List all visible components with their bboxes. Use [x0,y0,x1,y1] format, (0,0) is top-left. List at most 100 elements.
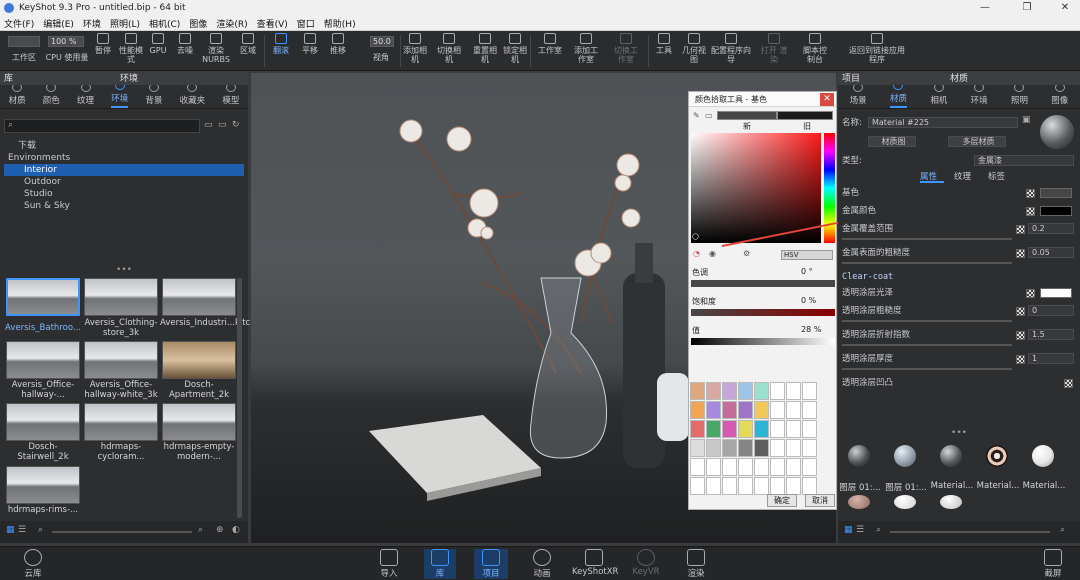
tab-image[interactable]: 图像 [1051,83,1068,108]
material-graph-button[interactable]: 材质图 [868,136,916,147]
splitter-handle[interactable]: ••• [838,429,1080,438]
tab-colors[interactable]: 颜色 [43,83,60,108]
environment-thumbnail[interactable] [162,403,236,441]
tab-models[interactable]: 模型 [222,83,239,108]
folder-icon[interactable]: ▭ [204,120,213,130]
clear-coat-thickness-slider[interactable] [842,368,1012,370]
performance-mode-button[interactable]: 性能模式 [118,33,144,64]
palette-icon[interactable]: ◉ [709,249,716,258]
color-swatch[interactable] [690,439,705,457]
menu-help[interactable]: 帮助(H) [324,17,356,30]
denoise-button[interactable]: 去噪 [172,33,198,55]
screenshot-button[interactable]: 截屏 [1040,549,1066,579]
metal-coverage-slider[interactable] [842,238,1012,240]
render-button[interactable]: 打开 渲染 [760,33,788,64]
grid-view-icon[interactable]: ▦ [844,525,853,535]
color-swatch[interactable] [770,382,785,400]
menu-view[interactable]: 查看(V) [257,17,288,30]
color-swatch[interactable] [802,458,817,476]
color-wheel-icon[interactable]: ◔ [693,249,700,258]
color-swatch[interactable] [770,401,785,419]
tree-item-interior[interactable]: Interior [4,164,244,176]
tab-scene[interactable]: 场景 [850,83,867,108]
color-swatch[interactable] [706,382,721,400]
material-ball[interactable] [986,445,1008,467]
tab-backgrounds[interactable]: 背景 [145,83,162,108]
subtab-labels[interactable]: 标签 [988,171,1012,183]
zoom-out-icon[interactable]: ⌕ [876,525,881,535]
tab-materials[interactable]: 材质 [9,83,26,108]
tree-item-environments[interactable]: Environments [4,152,244,164]
thumbnail-size-slider[interactable] [890,531,1050,533]
color-swatch[interactable] [770,420,785,438]
eyedropper-icon[interactable]: ✎ [693,111,700,120]
gpu-button[interactable]: GPU [148,33,168,55]
color-swatch[interactable] [786,420,801,438]
saturation-value[interactable]: 0 % [801,296,816,305]
return-to-linked-app-button[interactable]: 返回到链接应用程序 [848,33,906,64]
texture-map-icon[interactable] [1016,355,1025,364]
material-type-select[interactable]: 金属漆 [974,155,1074,166]
picker-close-button[interactable]: ✕ [820,93,834,106]
color-swatch[interactable] [754,401,769,419]
fov-field[interactable]: 50.0 [370,36,394,47]
tab-favorites[interactable]: 收藏夹 [180,83,205,108]
color-swatch[interactable] [722,439,737,457]
color-swatch[interactable] [738,439,753,457]
material-ball[interactable] [940,445,962,467]
base-color-swatch[interactable] [1040,188,1072,198]
switch-studio-button[interactable]: 切换工作室 [612,33,640,64]
ok-button[interactable]: 确定 [767,494,797,507]
environment-thumbnail[interactable] [162,341,236,379]
tree-item-outdoor[interactable]: Outdoor [4,176,244,188]
color-swatch[interactable] [802,477,817,495]
color-swatch[interactable] [738,401,753,419]
color-swatch[interactable] [690,401,705,419]
pan-button[interactable]: 平移 [298,33,322,55]
color-swatch[interactable] [738,458,753,476]
color-cursor[interactable]: ◯ [692,233,699,240]
material-preview-ball[interactable] [1040,115,1074,149]
texture-map-icon[interactable] [1016,307,1025,316]
zoom-out-icon[interactable]: ⌕ [38,525,43,535]
material-ball[interactable] [1032,445,1054,467]
texture-map-icon[interactable] [1016,331,1025,340]
color-swatch[interactable] [802,382,817,400]
texture-map-icon[interactable] [1016,249,1025,258]
menu-file[interactable]: 文件(F) [4,17,34,30]
add-folder-icon[interactable]: ▭ [218,120,227,130]
geometry-view-button[interactable]: 几何视图 [682,33,706,64]
color-swatch[interactable] [722,401,737,419]
pause-button[interactable]: 暂停 [92,33,114,55]
animation-button[interactable]: 动画 [528,549,556,579]
environment-thumbnail[interactable] [84,341,158,379]
reset-camera-button[interactable]: 重置相机 [472,33,498,64]
add-studio-button[interactable]: 添加工作室 [572,33,600,64]
value-value[interactable]: 28 % [801,325,821,334]
subtab-textures[interactable]: 纹理 [954,171,978,183]
add-camera-button[interactable]: 添加相机 [402,33,428,64]
maximize-icon[interactable]: ❐ [1012,0,1042,16]
keyvr-button[interactable]: KeyVR [632,549,660,577]
menu-edit[interactable]: 编辑(E) [43,17,74,30]
screen-picker-icon[interactable]: ▭ [705,111,713,120]
clear-coat-thickness-field[interactable]: 1 [1028,353,1074,364]
color-swatch[interactable] [738,420,753,438]
environment-thumbnail[interactable] [6,403,80,441]
cancel-button[interactable]: 取消 [805,494,835,507]
import-button[interactable]: 导入 [376,549,402,579]
color-swatch[interactable] [802,420,817,438]
list-view-icon[interactable]: ☰ [856,525,864,535]
environment-thumbnail[interactable] [6,341,80,379]
clear-coat-roughness-field[interactable]: 0 [1028,305,1074,316]
splitter-handle[interactable]: ••• [0,266,248,275]
color-swatch[interactable] [690,420,705,438]
thumbnail-size-slider[interactable] [52,531,192,533]
color-swatch[interactable] [690,477,705,495]
save-material-icon[interactable]: ▣ [1022,115,1031,125]
texture-map-icon[interactable] [1026,189,1035,198]
clear-coat-ior-slider[interactable] [842,344,1012,346]
tab-camera[interactable]: 相机 [930,83,947,108]
value-slider[interactable] [691,338,835,345]
clear-coat-gloss-swatch[interactable] [1040,288,1072,298]
